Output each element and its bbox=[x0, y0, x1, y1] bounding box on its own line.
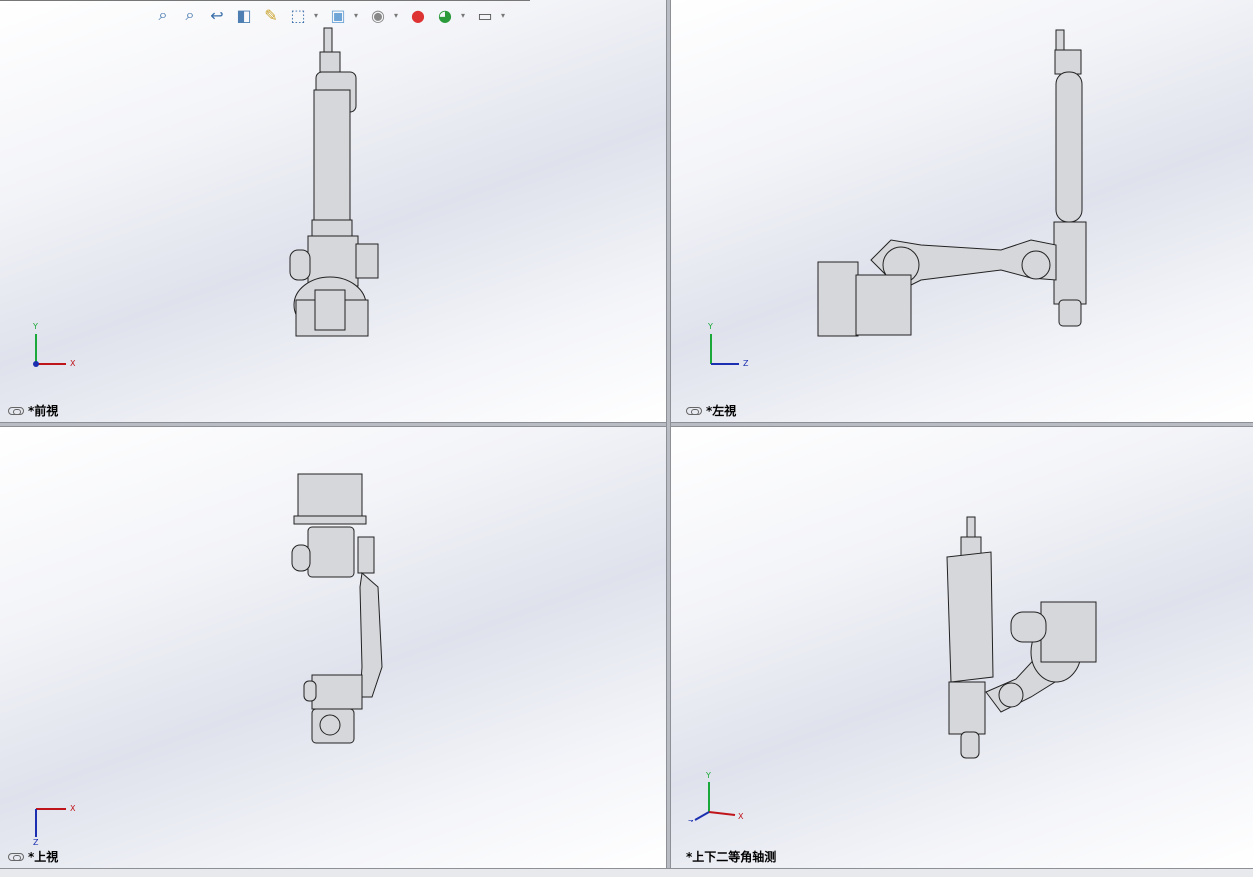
coordinate-triad: Y X bbox=[32, 322, 76, 368]
view-label: *前視 bbox=[8, 402, 58, 419]
view-name: *上視 bbox=[28, 850, 59, 864]
robot-model-front[interactable] bbox=[0, 0, 666, 422]
viewport-splitter-horizontal[interactable] bbox=[0, 422, 1253, 427]
coordinate-triad: Y Z bbox=[707, 322, 749, 368]
axis-x-label: X bbox=[738, 812, 744, 821]
axis-z-label: Z bbox=[688, 819, 694, 822]
view-name: *左視 bbox=[706, 404, 737, 418]
axis-y-label: Y bbox=[705, 772, 711, 780]
view-label: *左視 bbox=[686, 402, 736, 419]
viewport-top[interactable]: X Z *上視 bbox=[0, 427, 666, 868]
view-name: *前視 bbox=[28, 404, 59, 418]
robot-model-top[interactable] bbox=[0, 427, 666, 868]
viewport-splitter-vertical[interactable] bbox=[666, 0, 671, 868]
link-views-icon[interactable] bbox=[8, 406, 24, 415]
view-label: *上下二等角轴测 bbox=[686, 848, 776, 865]
link-views-icon[interactable] bbox=[686, 406, 702, 415]
robot-model-dimetric[interactable] bbox=[671, 427, 1253, 868]
coordinate-triad: X Z bbox=[33, 804, 76, 847]
axis-z-label: Z bbox=[743, 359, 749, 368]
axis-z-label: Z bbox=[33, 838, 39, 847]
view-label: *上視 bbox=[8, 848, 58, 865]
coordinate-triad: Y X Z bbox=[688, 772, 744, 822]
viewport-left[interactable]: Y Z *左視 bbox=[671, 0, 1253, 422]
viewport-front[interactable]: ⌕ ⌕ ↩ ◧ ✎ ⬚ ▾ ▣ ▾ ◉ ▾ ● ◕ ▾ ▭ ▾ Y X *前視 bbox=[0, 0, 666, 422]
axis-y-label: Y bbox=[32, 322, 38, 331]
axis-y-label: Y bbox=[707, 322, 713, 331]
link-views-icon[interactable] bbox=[8, 852, 24, 861]
view-name: *上下二等角轴测 bbox=[686, 850, 777, 864]
axis-x-label: X bbox=[70, 804, 76, 813]
axis-x-label: X bbox=[70, 359, 76, 368]
viewport-dimetric[interactable]: Y X Z *上下二等角轴测 bbox=[671, 427, 1253, 868]
